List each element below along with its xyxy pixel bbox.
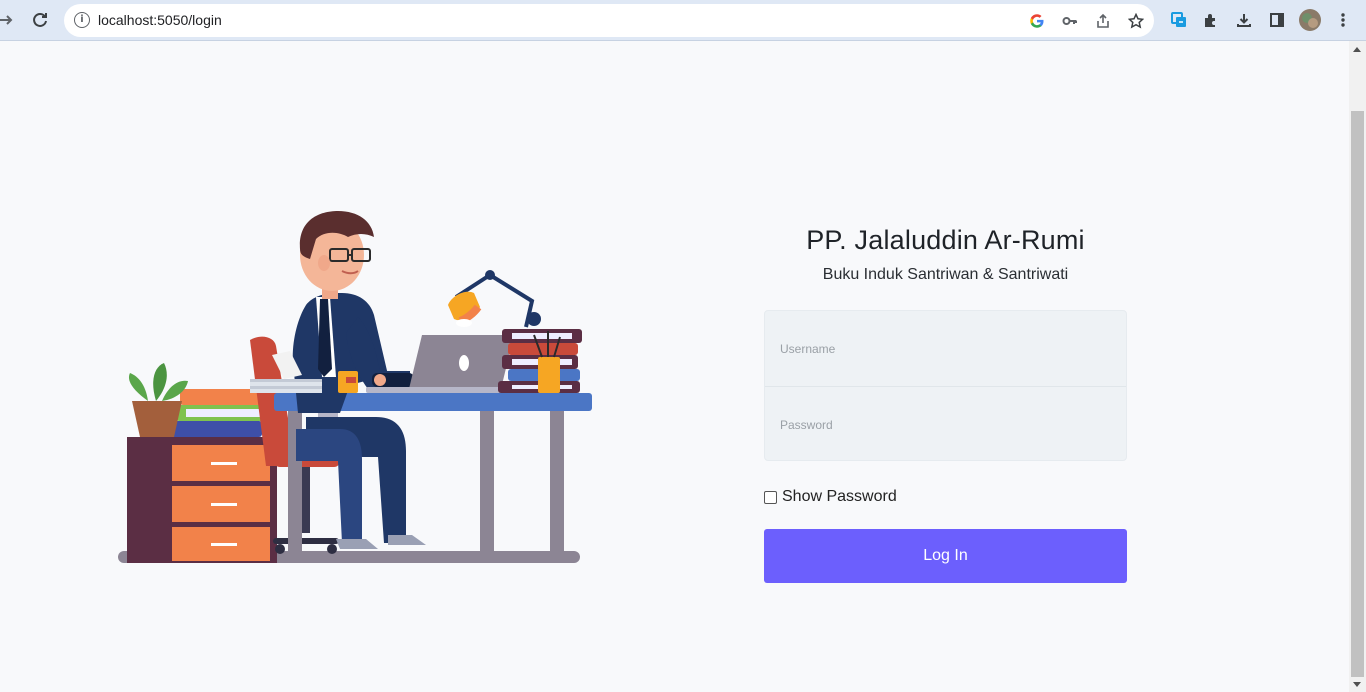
- translate-extension-icon[interactable]: [1167, 8, 1191, 32]
- profile-avatar[interactable]: [1298, 8, 1322, 32]
- username-field-container: [765, 311, 1126, 386]
- password-input[interactable]: [780, 417, 1110, 432]
- scroll-up-arrow-icon[interactable]: [1353, 47, 1361, 52]
- page-title: PP. Jalaluddin Ar-Rumi: [806, 225, 1085, 255]
- login-panel: PP. Jalaluddin Ar-Rumi Buku Induk Santri…: [764, 222, 1127, 583]
- scrollbar-thumb[interactable]: [1351, 111, 1364, 677]
- show-password-checkbox[interactable]: [764, 490, 777, 504]
- google-icon[interactable]: [1026, 10, 1048, 32]
- forward-icon[interactable]: [0, 8, 18, 32]
- scroll-down-arrow-icon[interactable]: [1353, 682, 1361, 687]
- reload-icon[interactable]: [28, 8, 52, 32]
- page-subtitle: Buku Induk Santriwan & Santriwati: [822, 266, 1069, 283]
- login-button[interactable]: Log In: [764, 529, 1127, 583]
- browser-toolbar: i localhost:5050/login: [0, 0, 1366, 41]
- url-text[interactable]: localhost:5050/login: [98, 12, 222, 28]
- site-info-icon[interactable]: i: [74, 12, 90, 28]
- login-form-fields: [764, 310, 1127, 461]
- browser-menu-icon[interactable]: [1331, 8, 1355, 32]
- show-password-option[interactable]: Show Password: [764, 488, 1127, 506]
- side-panel-icon[interactable]: [1265, 8, 1289, 32]
- office-worker-illustration: [110, 205, 600, 575]
- bookmark-star-icon[interactable]: [1125, 10, 1147, 32]
- download-icon[interactable]: [1232, 8, 1256, 32]
- extensions-icon[interactable]: [1199, 8, 1223, 32]
- username-input[interactable]: [780, 341, 1110, 356]
- share-icon[interactable]: [1092, 10, 1114, 32]
- address-bar[interactable]: i localhost:5050/login: [64, 4, 1154, 37]
- page-scrollbar[interactable]: [1349, 41, 1366, 692]
- password-field-container: [765, 387, 1126, 462]
- show-password-label[interactable]: Show Password: [782, 488, 897, 506]
- key-icon[interactable]: [1059, 10, 1081, 32]
